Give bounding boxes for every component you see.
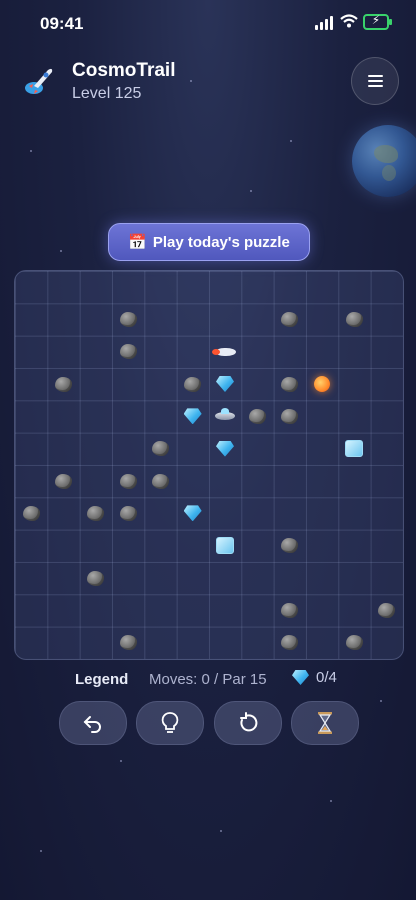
hint-button[interactable] — [136, 701, 204, 745]
board-cell[interactable] — [112, 336, 144, 368]
gem-icon — [216, 376, 234, 392]
board-cell[interactable] — [274, 594, 306, 626]
board-cell[interactable] — [274, 368, 306, 400]
board-cell[interactable] — [177, 368, 209, 400]
gem-icon — [183, 408, 202, 425]
status-time: 09:41 — [40, 14, 84, 33]
asteroid-icon — [281, 635, 299, 651]
status-row: Legend Moves: 0 / Par 15 0/4 — [0, 668, 416, 694]
asteroid-icon — [119, 311, 137, 327]
asteroid-icon — [54, 376, 72, 392]
board-cell[interactable] — [338, 303, 370, 335]
board-cell[interactable] — [338, 433, 370, 465]
board-cell[interactable] — [177, 497, 209, 529]
asteroid-icon — [345, 635, 363, 651]
board-cell[interactable] — [209, 530, 241, 562]
undo-button[interactable] — [59, 701, 127, 745]
asteroid-icon — [119, 473, 137, 489]
menu-button[interactable] — [351, 57, 399, 105]
undo-icon — [83, 716, 101, 733]
board-cell[interactable] — [274, 627, 306, 659]
asteroid-icon — [119, 635, 137, 651]
asteroid-icon — [378, 602, 396, 618]
board-cell[interactable] — [209, 433, 241, 465]
board-cell[interactable] — [144, 433, 176, 465]
wifi-icon — [340, 14, 358, 28]
board-cell[interactable] — [274, 530, 306, 562]
ufo-icon — [215, 408, 235, 421]
asteroid-icon — [119, 344, 137, 360]
gem-icon — [183, 505, 202, 522]
board-cell[interactable] — [47, 465, 79, 497]
board-cell[interactable] — [274, 303, 306, 335]
play-today-button[interactable]: 📅 Play today's puzzle — [108, 223, 310, 261]
level-label: Level 125 — [72, 85, 142, 102]
signal-icon — [315, 16, 333, 30]
board-cell[interactable] — [112, 497, 144, 529]
board-cell[interactable] — [112, 465, 144, 497]
board-cell[interactable] — [306, 368, 338, 400]
board-cell[interactable] — [241, 400, 273, 432]
board-cell[interactable] — [209, 368, 241, 400]
board-cell[interactable] — [15, 497, 47, 529]
board-cell[interactable] — [112, 627, 144, 659]
asteroid-icon — [281, 538, 299, 554]
board-cell[interactable] — [209, 400, 241, 432]
rocket-ship-icon — [212, 347, 238, 357]
rocket-logo-icon — [25, 68, 53, 94]
board-cell[interactable] — [112, 303, 144, 335]
board-cell[interactable] — [274, 400, 306, 432]
asteroid-icon — [119, 505, 137, 521]
puzzle-board[interactable] — [14, 270, 404, 660]
app-title: CosmoTrail — [72, 60, 176, 81]
calendar-icon: 📅 — [128, 234, 147, 251]
status-bar: 09:41 ⚡ — [0, 0, 416, 46]
moves-counter: Moves: 0 / Par 15 — [149, 671, 267, 688]
gem-icon — [292, 670, 309, 685]
asteroid-icon — [281, 311, 299, 327]
battery-icon: ⚡ — [363, 13, 392, 30]
board-cell[interactable] — [209, 336, 241, 368]
asteroid-icon — [151, 441, 169, 457]
comet-icon — [314, 376, 330, 392]
asteroid-icon — [22, 505, 40, 521]
gem-count: 0/4 — [316, 669, 337, 686]
asteroid-icon — [248, 408, 266, 424]
gem-icon — [216, 440, 234, 457]
restart-button[interactable] — [214, 701, 282, 745]
asteroid-icon — [281, 408, 299, 424]
timer-button[interactable] — [291, 701, 359, 745]
asteroid-icon — [281, 602, 299, 618]
board-cell[interactable] — [80, 497, 112, 529]
board-cell[interactable] — [80, 562, 112, 594]
restart-icon — [240, 712, 258, 732]
earth-planet-icon — [352, 125, 416, 197]
asteroid-icon — [184, 376, 202, 392]
hamburger-menu-icon — [368, 75, 383, 77]
hourglass-icon — [318, 712, 332, 734]
board-cell[interactable] — [144, 465, 176, 497]
board-cell[interactable] — [338, 627, 370, 659]
gem-counter: 0/4 — [292, 669, 337, 686]
board-cell[interactable] — [47, 368, 79, 400]
asteroid-icon — [281, 376, 299, 392]
asteroid-icon — [87, 570, 105, 586]
asteroid-icon — [151, 473, 169, 489]
ice-block-icon — [216, 537, 234, 555]
asteroid-icon — [87, 505, 105, 521]
legend-button[interactable]: Legend — [75, 671, 128, 688]
play-today-label: Play today's puzzle — [152, 233, 290, 251]
asteroid-icon — [54, 473, 72, 489]
ice-block-icon — [345, 440, 364, 458]
asteroid-icon — [345, 311, 363, 327]
board-cell[interactable] — [177, 400, 209, 432]
board-cell[interactable] — [371, 594, 403, 626]
lightbulb-icon — [161, 712, 179, 733]
